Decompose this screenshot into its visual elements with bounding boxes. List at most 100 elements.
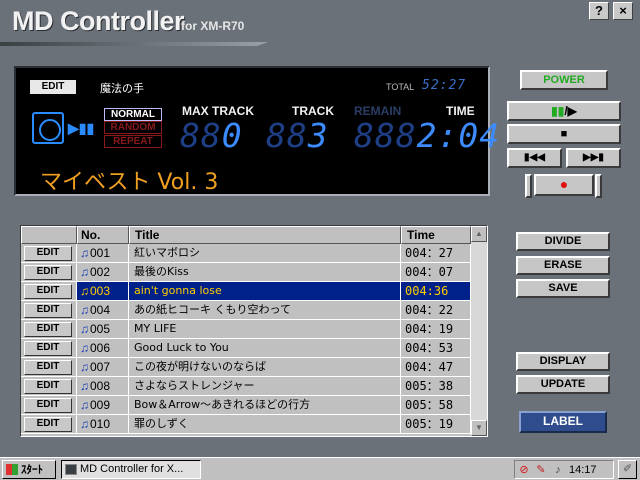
system-tray: ⊘ ✎ ♪ 14:17	[514, 460, 614, 479]
next-track-button[interactable]: ▶▶▮	[566, 148, 621, 168]
track-title: Good Luck to You	[129, 339, 401, 358]
power-button[interactable]: POWER	[520, 70, 608, 90]
track-time: 005：58	[401, 396, 471, 415]
app-title: MD Controller	[12, 6, 185, 36]
taskbar-app-button[interactable]: MD Controller for X...	[61, 460, 201, 479]
track-number-text: 002	[90, 265, 111, 279]
track-list-scrollbar[interactable]: ▲ ▼	[471, 226, 487, 436]
track-list: No. Title Time EDIT ♫001 紅いマボロシ 004：27 EDIT ♫…	[20, 225, 488, 437]
column-header-title[interactable]: Title	[129, 226, 401, 244]
column-header-time[interactable]: Time	[401, 226, 471, 244]
track-row[interactable]: EDIT ♫003 ain't gonna lose 004:36	[21, 282, 471, 301]
track-time: 004：19	[401, 320, 471, 339]
record-right-bracket	[595, 174, 602, 198]
track-number-text: 009	[90, 398, 111, 412]
scroll-up-arrow-icon[interactable]: ▲	[471, 226, 487, 242]
track-row[interactable]: EDIT ♫004 あの紙ヒコーキ くもり空わって 004：22	[21, 301, 471, 320]
track-edit-cell: EDIT	[21, 320, 77, 339]
record-button[interactable]: ●	[534, 174, 594, 196]
close-button[interactable]: ×	[613, 2, 633, 20]
music-note-icon: ♫	[80, 303, 89, 317]
track-time: 004:36	[401, 282, 471, 301]
minidisc-icon	[32, 112, 64, 144]
track-edit-cell: EDIT	[21, 358, 77, 377]
track-edit-button[interactable]: EDIT	[24, 265, 72, 280]
track-number: ♫008	[77, 377, 129, 396]
pen-icon[interactable]: ✎	[534, 463, 548, 477]
erase-button[interactable]: ERASE	[516, 256, 610, 275]
music-note-icon: ♫	[80, 341, 89, 355]
track-edit-button[interactable]: EDIT	[24, 398, 72, 413]
track-edit-button[interactable]: EDIT	[24, 360, 72, 375]
track-row[interactable]: EDIT ♫007 この夜が明けないのならば 004：47	[21, 358, 471, 377]
column-header-edit	[21, 226, 77, 244]
track-row[interactable]: EDIT ♫002 最後のKiss 004：07	[21, 263, 471, 282]
track-row[interactable]: EDIT ♫001 紅いマボロシ 004：27	[21, 244, 471, 263]
pause-icon: ▮▮	[551, 104, 565, 118]
stop-button[interactable]: ■	[507, 124, 621, 144]
track-time: 004：07	[401, 263, 471, 282]
update-button[interactable]: UPDATE	[516, 375, 610, 394]
track-number: ♫003	[77, 282, 129, 301]
track-edit-button[interactable]: EDIT	[24, 246, 72, 261]
track-number-text: 006	[90, 341, 111, 355]
desktop-icon[interactable]: ✐	[618, 460, 637, 479]
track-edit-cell: EDIT	[21, 263, 77, 282]
track-number: ♫009	[77, 396, 129, 415]
help-button[interactable]: ?	[589, 2, 609, 20]
track-edit-button[interactable]: EDIT	[24, 284, 72, 299]
title-underline	[0, 42, 268, 46]
maxtrack-readout: 880	[180, 116, 243, 155]
track-number-text: 001	[90, 246, 111, 260]
mode-normal-indicator: NORMAL	[104, 108, 162, 121]
app-subtitle: for XM-R70	[181, 19, 245, 33]
music-note-icon: ♫	[80, 322, 89, 336]
track-edit-button[interactable]: EDIT	[24, 341, 72, 356]
label-button[interactable]: LABEL	[519, 411, 607, 433]
track-title: MY LIFE	[129, 320, 401, 339]
previous-track-button[interactable]: ▮◀◀	[507, 148, 562, 168]
track-edit-button[interactable]: EDIT	[24, 417, 72, 432]
taskbar: ｽﾀｰﾄ MD Controller for X... ⊘ ✎ ♪ 14:17 …	[0, 457, 640, 480]
track-time: 004：22	[401, 301, 471, 320]
track-time: 005：38	[401, 377, 471, 396]
track-edit-button[interactable]: EDIT	[24, 322, 72, 337]
forbidden-icon[interactable]: ⊘	[517, 463, 531, 477]
record-left-bracket	[525, 174, 532, 198]
divide-button[interactable]: DIVIDE	[516, 232, 610, 251]
track-row[interactable]: EDIT ♫005 MY LIFE 004：19	[21, 320, 471, 339]
display-button[interactable]: DISPLAY	[516, 352, 610, 371]
music-note-icon: ♫	[80, 246, 89, 260]
disc-edit-button[interactable]: EDIT	[30, 80, 76, 94]
track-readout: 883	[266, 116, 329, 155]
clock[interactable]: 14:17	[569, 462, 597, 478]
track-row[interactable]: EDIT ♫008 さよならストレンジャー 005：38	[21, 377, 471, 396]
track-title: ain't gonna lose	[129, 282, 401, 301]
track-edit-button[interactable]: EDIT	[24, 303, 72, 318]
disc-name: マイベスト Vol. 3	[40, 170, 219, 195]
track-time: 004：47	[401, 358, 471, 377]
track-number: ♫002	[77, 263, 129, 282]
track-number-text: 007	[90, 360, 111, 374]
speaker-icon[interactable]: ♪	[551, 463, 565, 477]
track-row[interactable]: EDIT ♫009 Bow＆Arrow〜あきれるほどの行方 005：58	[21, 396, 471, 415]
track-title: 紅いマボロシ	[129, 244, 401, 263]
track-row[interactable]: EDIT ♫006 Good Luck to You 004：53	[21, 339, 471, 358]
scroll-down-arrow-icon[interactable]: ▼	[471, 420, 487, 436]
save-button[interactable]: SAVE	[516, 279, 610, 298]
track-number: ♫001	[77, 244, 129, 263]
track-edit-button[interactable]: EDIT	[24, 379, 72, 394]
music-note-icon: ♫	[80, 417, 89, 431]
play-pause-button[interactable]: ▮▮/▶	[507, 101, 621, 121]
track-row[interactable]: EDIT ♫010 罪のしずく 005：19	[21, 415, 471, 434]
start-button[interactable]: ｽﾀｰﾄ	[2, 460, 56, 479]
track-edit-cell: EDIT	[21, 396, 77, 415]
track-title: 最後のKiss	[129, 263, 401, 282]
track-edit-cell: EDIT	[21, 301, 77, 320]
track-number-text: 010	[90, 417, 111, 431]
track-edit-cell: EDIT	[21, 415, 77, 434]
track-title: Bow＆Arrow〜あきれるほどの行方	[129, 396, 401, 415]
column-header-no[interactable]: No.	[77, 226, 129, 244]
music-note-icon: ♫	[80, 265, 89, 279]
total-label: TOTAL	[386, 82, 415, 92]
